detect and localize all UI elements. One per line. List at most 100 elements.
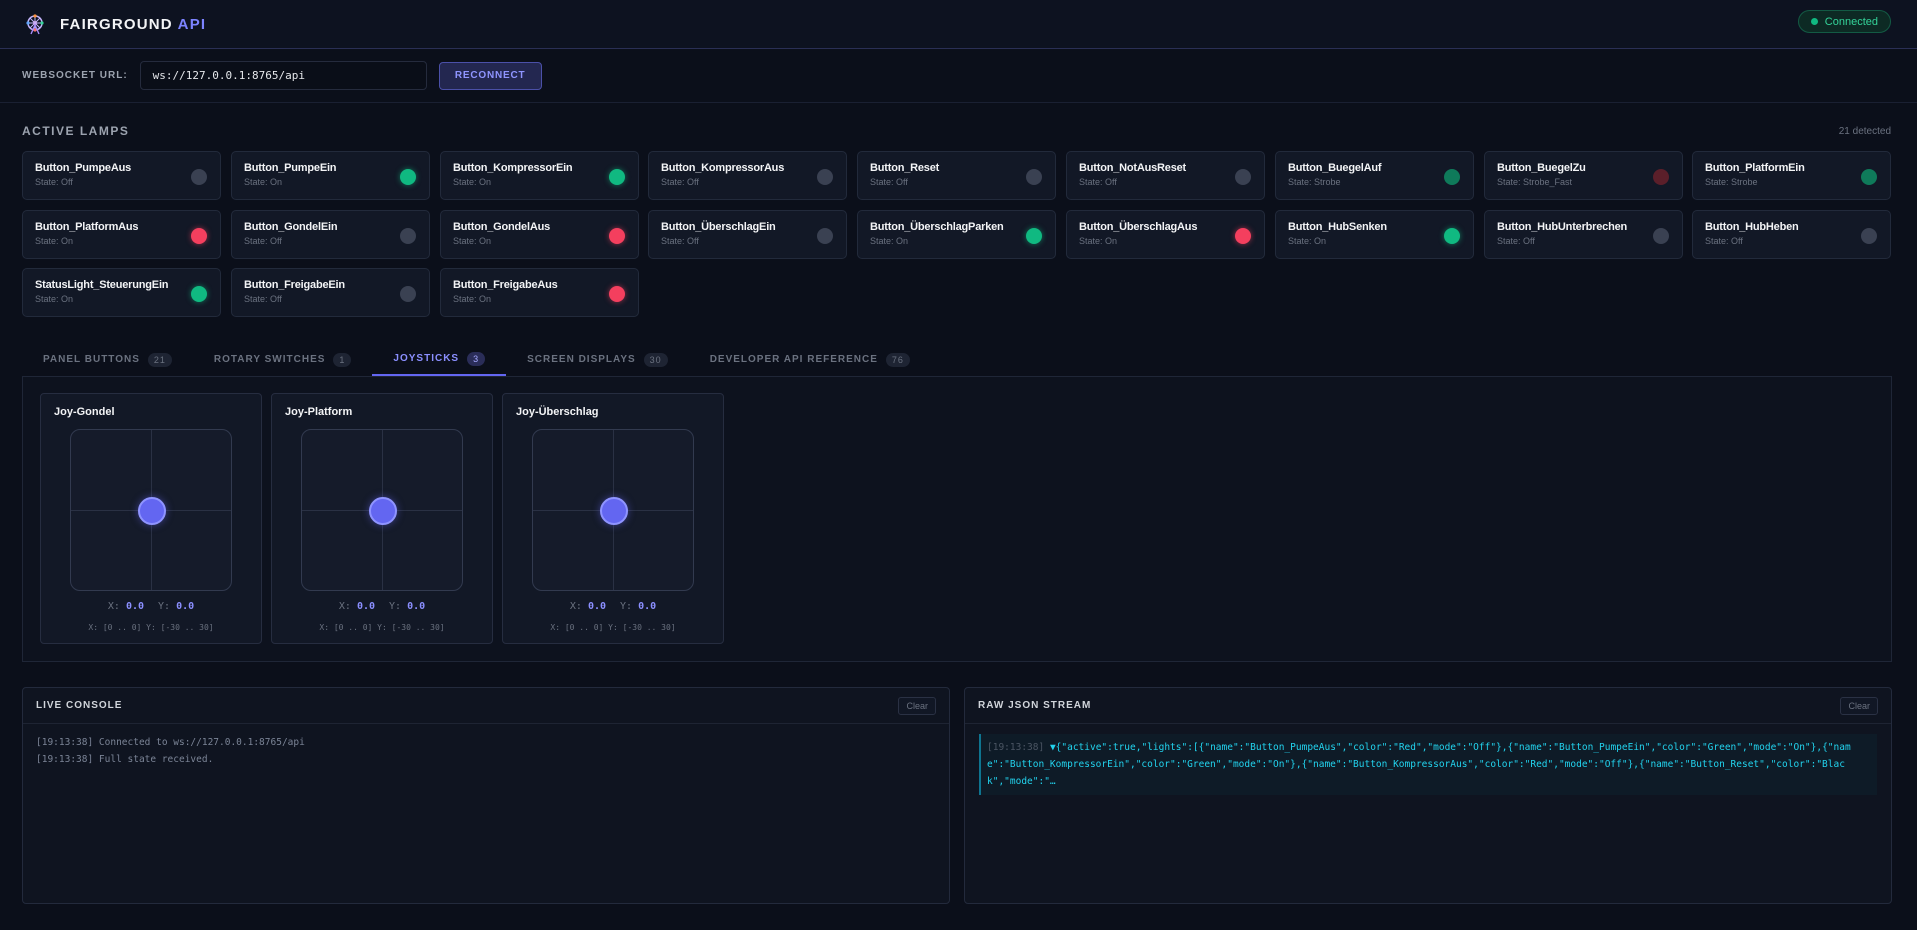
lamp-name: Button_HubSenken: [1288, 221, 1387, 233]
y-label: Y:: [389, 601, 402, 612]
lamp-state: State: Off: [35, 177, 73, 187]
lamp-card[interactable]: Button_PlatformEin State: Strobe: [1692, 151, 1891, 200]
tab-rotary-switches[interactable]: ROTARY SWITCHES 1: [193, 343, 373, 376]
tab-screen-displays[interactable]: SCREEN DISPLAYS 30: [506, 343, 689, 376]
joystick-pad[interactable]: [532, 429, 694, 591]
tab-panel-buttons[interactable]: PANEL BUTTONS 21: [22, 343, 193, 376]
lamp-state: State: Off: [1705, 236, 1743, 246]
websocket-url-bar: WEBSOCKET URL: ws://127.0.0.1:8765/api R…: [0, 49, 1917, 103]
lamp-state: State: Off: [1079, 177, 1117, 187]
lamp-name: Button_HubHeben: [1705, 221, 1799, 233]
joystick-title: Joy-Gondel: [54, 406, 115, 418]
lamp-card[interactable]: Button_PumpeEin State: On: [231, 151, 430, 200]
joystick-title: Joy-Platform: [285, 406, 353, 418]
lamp-state: State: Off: [244, 236, 282, 246]
x-value: 0.0: [356, 601, 375, 612]
joystick-knob[interactable]: [369, 497, 397, 525]
websocket-url-label: WEBSOCKET URL:: [22, 70, 128, 81]
raw-json-panel: RAW JSON STREAM Clear [19:13:38] ▼{"acti…: [964, 687, 1892, 904]
brand-main: FAIRGROUND: [60, 15, 173, 33]
lamp-indicator-icon: [609, 169, 625, 185]
reconnect-button[interactable]: RECONNECT: [438, 61, 542, 90]
lamp-state: State: On: [244, 177, 283, 187]
lamp-state: State: Off: [870, 177, 908, 187]
json-clear-button[interactable]: Clear: [1840, 696, 1878, 715]
tab-joysticks[interactable]: JOYSTICKS 3: [372, 343, 507, 376]
lamp-card[interactable]: Button_ÜberschlagEin State: Off: [648, 210, 847, 259]
lamp-card[interactable]: Button_HubSenken State: On: [1275, 210, 1474, 259]
lamp-card[interactable]: Button_PumpeAus State: Off: [22, 151, 221, 200]
joystick-readout: X: 0.0 Y: 0.0: [503, 601, 723, 612]
lamp-indicator-icon: [1235, 228, 1251, 244]
live-console-panel: LIVE CONSOLE Clear [19:13:38] Connected …: [22, 687, 950, 904]
tab-label: SCREEN DISPLAYS: [527, 354, 636, 365]
lamp-name: StatusLight_SteuerungEin: [35, 279, 169, 291]
lamp-indicator-icon: [1026, 169, 1042, 185]
tab-count-badge: 21: [147, 352, 172, 367]
lamp-name: Button_PumpeAus: [35, 162, 132, 174]
lamp-indicator-icon: [817, 169, 833, 185]
lamp-name: Button_Reset: [870, 162, 940, 174]
lamp-name: Button_FreigabeAus: [453, 279, 558, 291]
lamp-card[interactable]: Button_NotAusReset State: Off: [1066, 151, 1265, 200]
brand-accent: API: [177, 15, 207, 33]
joystick-pad[interactable]: [70, 429, 232, 591]
tab-count-badge: 3: [467, 351, 486, 366]
joystick-card: Joy-Gondel X: 0.0 Y: 0.0 X: [0 .. 0] Y: [-3…: [40, 393, 262, 644]
lamp-indicator-icon: [1861, 228, 1877, 244]
joystick-readout: X: 0.0 Y: 0.0: [41, 601, 261, 612]
lamp-state: State: Strobe: [1705, 177, 1758, 187]
lamp-indicator-icon: [1026, 228, 1042, 244]
lamp-indicator-icon: [609, 228, 625, 244]
lamps-detected-count: 21 detected: [1838, 126, 1891, 137]
lamp-state: State: Off: [244, 294, 282, 304]
lamp-card[interactable]: Button_PlatformAus State: On: [22, 210, 221, 259]
lamp-card[interactable]: Button_HubUnterbrechen State: Off: [1484, 210, 1683, 259]
lamp-card[interactable]: Button_FreigabeEin State: Off: [231, 268, 430, 317]
console-clear-button[interactable]: Clear: [898, 696, 936, 715]
lamp-card[interactable]: Button_BuegelAuf State: Strobe: [1275, 151, 1474, 200]
x-label: X:: [107, 601, 120, 612]
joysticks-panel: Joy-Gondel X: 0.0 Y: 0.0 X: [0 .. 0] Y: [-3…: [22, 376, 1892, 662]
lamp-name: Button_PlatformEin: [1705, 162, 1805, 174]
ferris-wheel-icon: [22, 11, 48, 37]
lamp-state: State: Off: [1497, 236, 1535, 246]
joystick-range: X: [0 .. 0] Y: [-30 .. 30]: [88, 623, 214, 632]
lamp-card[interactable]: Button_GondelAus State: On: [440, 210, 639, 259]
lamp-state: State: On: [35, 294, 74, 304]
lamp-indicator-icon: [191, 228, 207, 244]
lamp-card[interactable]: Button_BuegelZu State: Strobe_Fast: [1484, 151, 1683, 200]
console-line: [19:13:38] Connected to ws://127.0.0.1:8…: [36, 737, 305, 748]
lamp-card[interactable]: Button_HubHeben State: Off: [1692, 210, 1891, 259]
app-header: FAIRGROUND API Connected: [0, 0, 1917, 49]
lamp-indicator-icon: [1653, 169, 1669, 185]
x-value: 0.0: [125, 601, 144, 612]
tab-count-badge: 76: [885, 352, 910, 367]
lamp-state: State: Off: [661, 177, 699, 187]
joystick-pad[interactable]: [301, 429, 463, 591]
joystick-knob[interactable]: [138, 497, 166, 525]
lamp-card[interactable]: Button_KompressorAus State: Off: [648, 151, 847, 200]
websocket-url-input[interactable]: ws://127.0.0.1:8765/api: [139, 61, 427, 90]
console-line: [19:13:38] Full state received.: [36, 754, 214, 765]
lamp-state: State: On: [453, 177, 492, 187]
json-stream-entry[interactable]: [19:13:38] ▼{"active":true,"lights":[{"n…: [979, 734, 1877, 795]
lamp-indicator-icon: [1653, 228, 1669, 244]
lamp-state: State: On: [453, 294, 492, 304]
json-payload: ▼{"active":true,"lights":[{"name":"Butto…: [987, 742, 1851, 787]
joystick-readout: X: 0.0 Y: 0.0: [272, 601, 492, 612]
lamp-card[interactable]: Button_ÜberschlagAus State: On: [1066, 210, 1265, 259]
lamp-indicator-icon: [609, 286, 625, 302]
lamp-indicator-icon: [1444, 169, 1460, 185]
lamp-card[interactable]: Button_ÜberschlagParken State: On: [857, 210, 1056, 259]
joystick-knob[interactable]: [600, 497, 628, 525]
lamp-indicator-icon: [400, 169, 416, 185]
lamp-card[interactable]: Button_Reset State: Off: [857, 151, 1056, 200]
joystick-card: Joy-Überschlag X: 0.0 Y: 0.0 X: [0 .. 0] Y:…: [502, 393, 724, 644]
tab-developer-api-reference[interactable]: DEVELOPER API REFERENCE 76: [689, 343, 931, 376]
joystick-title: Joy-Überschlag: [516, 406, 599, 418]
lamp-card[interactable]: Button_KompressorEin State: On: [440, 151, 639, 200]
lamp-card[interactable]: Button_FreigabeAus State: On: [440, 268, 639, 317]
lamp-card[interactable]: StatusLight_SteuerungEin State: On: [22, 268, 221, 317]
lamp-card[interactable]: Button_GondelEin State: Off: [231, 210, 430, 259]
